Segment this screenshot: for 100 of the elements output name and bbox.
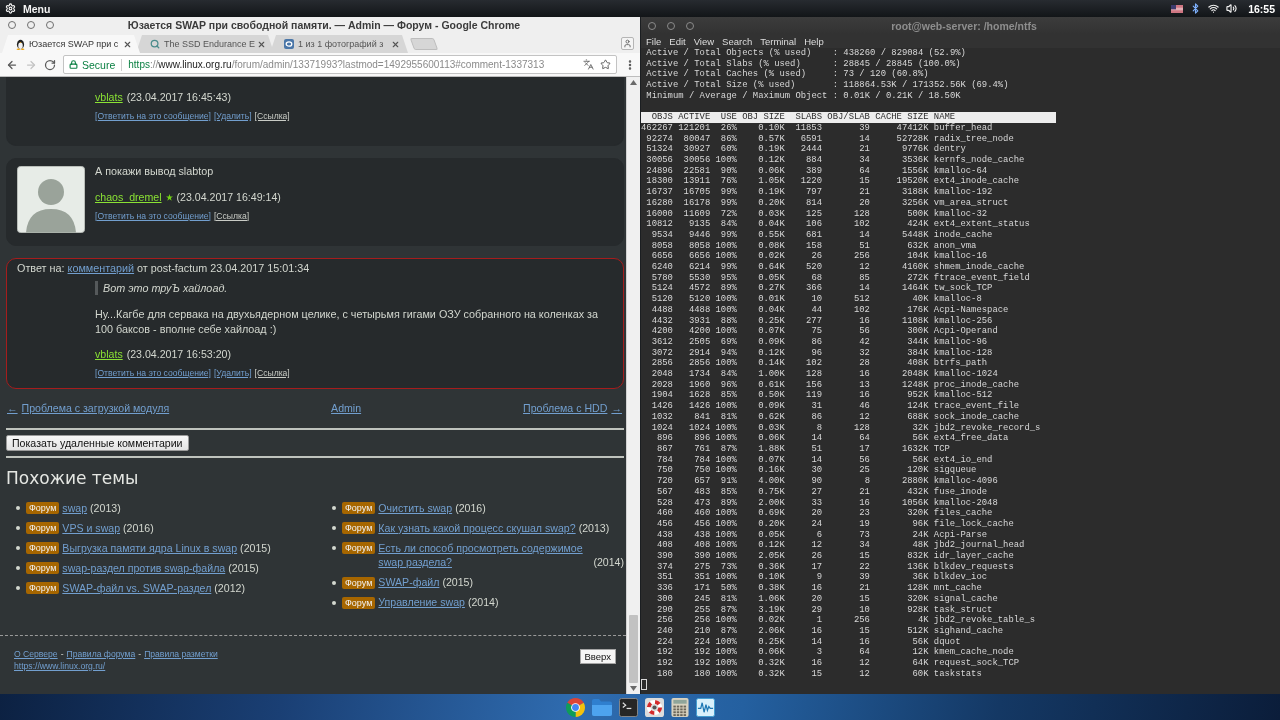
table-cell: 1248K [901, 379, 929, 391]
table-cell: 2028 [651, 379, 673, 391]
menu-item[interactable]: Help [804, 35, 824, 47]
table-cell: 320K [907, 508, 929, 519]
table-cell: 48K [912, 540, 929, 552]
address-field[interactable]: Secure https://www.linux.org.ru/forum/admin/13371993?lastmod=1492955600113#comment-1337313 [63, 55, 617, 74]
table-cell: 20 [811, 508, 823, 519]
topic-link[interactable]: Управление swap [378, 595, 465, 610]
menu-item[interactable]: View [693, 35, 715, 47]
volume-icon[interactable] [1226, 3, 1238, 14]
prev-topic-link[interactable]: Проблема с загрузкой модуля [21, 401, 170, 416]
action-link[interactable]: [Ответить на это сообщение] [95, 367, 211, 379]
browser-tab[interactable]: The SSD Endurance E [136, 35, 274, 53]
author-link[interactable]: chaos_dremel [95, 189, 162, 205]
table-cell: 87% [720, 625, 737, 637]
prev-arrow-link[interactable]: ← [7, 401, 18, 416]
action-link[interactable]: [Удалить] [213, 367, 252, 379]
table-cell: 4200 [688, 326, 711, 337]
site-link[interactable]: https://www.linux.org.ru/ [14, 659, 106, 672]
flag-icon[interactable] [1171, 4, 1184, 13]
next-topic-link[interactable]: Проблема с HDD [523, 401, 608, 416]
translate-icon[interactable] [583, 59, 594, 70]
footer-link[interactable]: О Сервере [14, 647, 58, 660]
menu-item[interactable]: File [646, 35, 662, 47]
table-cell: 51324 [646, 144, 673, 155]
close-icon[interactable] [391, 39, 400, 49]
author-link[interactable]: vblats [95, 347, 123, 362]
table-cell: 86 [811, 336, 823, 348]
table-cell: 8 [816, 422, 823, 434]
arrow-down-icon[interactable] [630, 686, 637, 691]
table-cell: 84% [720, 369, 737, 380]
menu-item[interactable]: Search [722, 35, 753, 47]
table-cell: 100% [715, 572, 737, 584]
table-cell: 240 [656, 625, 673, 637]
reload-icon[interactable] [44, 58, 56, 71]
table-cell: 4572 [688, 283, 711, 295]
topic-link[interactable]: Выгрузка памяти ядра Linux в swap [62, 540, 238, 556]
footer-link[interactable]: Правила форума [66, 647, 136, 660]
table-cell: 473 [694, 497, 711, 509]
table-cell: 16 [859, 497, 870, 509]
browser-tab[interactable]: 1 из 1 фотографий з [270, 35, 408, 53]
calculator-icon[interactable] [670, 697, 689, 717]
table-cell: 80047 [683, 133, 711, 145]
star-icon[interactable] [600, 59, 611, 70]
topic-link[interactable]: SWAP-файл vs. SWAP-раздел [62, 580, 212, 596]
table-cell: 1 [816, 615, 823, 626]
folder-icon[interactable] [591, 698, 612, 716]
topic-year: (2014) [593, 555, 624, 570]
terminal-icon[interactable] [618, 697, 638, 717]
menu-item[interactable]: Terminal [760, 35, 797, 47]
table-cell: 0.25K [758, 315, 785, 327]
topic-link[interactable]: Очистить swap [378, 500, 453, 516]
table-cell: 750 [656, 465, 673, 477]
topic-link[interactable]: SWAP-файл [378, 575, 440, 590]
comment-link[interactable]: комментарий [67, 262, 135, 274]
footer-link[interactable]: Правила разметки [144, 647, 218, 660]
table-cell: 16 [859, 636, 870, 648]
arrow-up-icon[interactable] [630, 80, 637, 85]
topic-link[interactable]: swap-раздел против swap-файла [62, 560, 226, 576]
table-cell: 462267 [641, 122, 673, 134]
table-cell: 88% [720, 315, 737, 327]
topic-link[interactable]: swap [62, 500, 88, 516]
lifebuoy-icon[interactable] [644, 697, 664, 717]
back-to-top-button[interactable]: Вверх [579, 648, 616, 664]
waveform-icon[interactable] [695, 697, 715, 717]
permalink[interactable]: [Ссылка] [254, 367, 290, 379]
menu-item[interactable]: Edit [669, 35, 686, 47]
table-cell: 100% [715, 251, 737, 263]
action-link[interactable]: [Удалить] [213, 110, 252, 122]
section-link[interactable]: Admin [331, 401, 362, 416]
topic-link[interactable]: Есть ли способ просмотреть содержимое swap раздела? [378, 540, 591, 570]
author-link[interactable]: vblats [95, 90, 123, 105]
browser-icon[interactable] [565, 697, 585, 717]
bullet-icon [16, 526, 20, 530]
scrollbar[interactable] [626, 77, 640, 694]
table-cell: 19520K [896, 176, 929, 188]
show-deleted-button[interactable]: Показать удаленные комментарии [6, 435, 189, 451]
scrollbar-thumb[interactable] [629, 615, 638, 683]
table-cell: TCP [933, 444, 950, 455]
person-icon [623, 39, 632, 48]
table-cell: kmalloc-1024 [933, 369, 998, 380]
arrow-left-icon[interactable] [6, 58, 18, 71]
browser-tab[interactable]: Юзается SWAP при с [2, 35, 140, 53]
close-icon[interactable] [123, 39, 132, 49]
menu-button[interactable]: Menu [5, 2, 51, 15]
table-cell: 438 [694, 529, 711, 541]
column-header: USE [720, 112, 737, 123]
profile-button[interactable] [621, 37, 634, 50]
topic-link[interactable]: Как узнать какой процесс скушал swap? [378, 520, 576, 536]
action-link[interactable]: [Ответить на это сообщение] [95, 110, 211, 122]
next-arrow-link[interactable]: → [611, 401, 622, 416]
permalink[interactable]: [Ссылка] [254, 110, 290, 122]
action-link[interactable]: [Ответить на это сообщение] [95, 209, 211, 222]
table-cell: 761 [694, 444, 711, 455]
permalink[interactable]: [Ссылка] [213, 209, 250, 222]
table-cell: 136K [907, 561, 929, 573]
topic-link[interactable]: VPS и swap [62, 520, 121, 536]
close-icon[interactable] [257, 39, 266, 49]
table-cell: 176K [907, 304, 929, 316]
wifi-icon[interactable] [1208, 3, 1220, 14]
